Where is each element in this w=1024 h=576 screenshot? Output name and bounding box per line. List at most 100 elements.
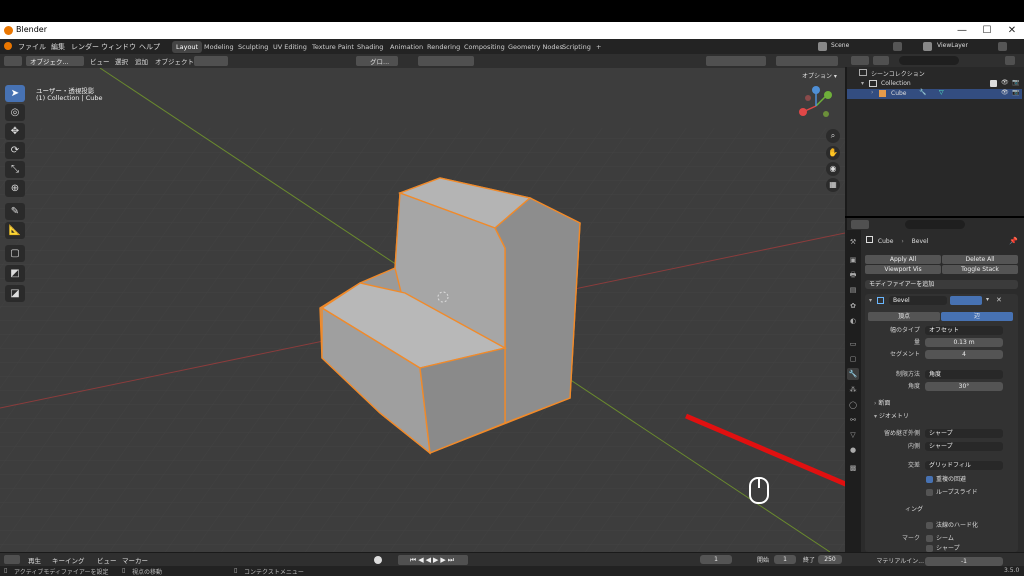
- harden-normals-checkbox[interactable]: [926, 522, 933, 529]
- properties-editor-type-icon[interactable]: [851, 220, 869, 229]
- material-index-field[interactable]: -1: [925, 557, 1003, 566]
- keying-menu[interactable]: キーイング: [52, 555, 85, 565]
- tab-shading[interactable]: Shading: [353, 41, 387, 53]
- miter-inner-dropdown[interactable]: シャープ: [925, 442, 1003, 451]
- menu-file[interactable]: ファイル: [18, 42, 46, 52]
- tab-uv-editing[interactable]: UV Editing: [269, 41, 311, 53]
- miter-outer-dropdown[interactable]: シャープ: [925, 429, 1003, 438]
- new-scene-icon[interactable]: [893, 42, 902, 51]
- profile-section[interactable]: › 断面: [874, 399, 890, 408]
- options-dropdown[interactable]: オプション ▾: [802, 71, 837, 80]
- mark-sharp-checkbox[interactable]: [926, 545, 933, 552]
- texture-tab-icon[interactable]: ▩: [847, 462, 859, 474]
- geometry-section[interactable]: ▾ ジオメトリ: [874, 412, 909, 421]
- add-menu[interactable]: 追加: [135, 56, 148, 66]
- current-frame-field[interactable]: 1: [700, 555, 732, 564]
- outliner-display-mode-icon[interactable]: [873, 56, 889, 65]
- affect-edges-button[interactable]: 辺: [941, 312, 1013, 321]
- intersection-dropdown[interactable]: グリッドフィル: [925, 461, 1003, 470]
- particles-tab-icon[interactable]: ⁂: [847, 384, 859, 396]
- add-cube-tool-icon[interactable]: ▢: [5, 245, 25, 262]
- tab-animation[interactable]: Animation: [386, 41, 427, 53]
- close-button[interactable]: ✕: [1000, 23, 1024, 38]
- menu-window[interactable]: ウィンドウ: [101, 42, 136, 52]
- expand-arrow-icon[interactable]: ›: [871, 89, 873, 96]
- shading-mode-buttons[interactable]: [776, 56, 838, 66]
- move-tool-icon[interactable]: ✥: [5, 123, 25, 140]
- properties-search-input[interactable]: [905, 220, 965, 229]
- scale-tool-icon[interactable]: ⤡: [5, 161, 25, 178]
- snapping-controls[interactable]: [418, 56, 474, 66]
- modifier-wrench-icon[interactable]: 🔧: [919, 89, 926, 96]
- delete-all-button[interactable]: Delete All: [942, 255, 1018, 264]
- collection-tab-icon[interactable]: ▭: [847, 338, 859, 350]
- gizmo-overlay-toggles[interactable]: [706, 56, 766, 66]
- width-type-dropdown[interactable]: オフセット: [925, 326, 1003, 335]
- expand-arrow-icon[interactable]: ▾: [861, 80, 864, 87]
- timeline-editor-type-icon[interactable]: [4, 555, 20, 564]
- output-tab-icon[interactable]: 🖶: [847, 269, 859, 281]
- object-menu[interactable]: オブジェクト: [155, 56, 194, 66]
- inset-tool-icon[interactable]: ◪: [5, 285, 25, 302]
- annotate-tool-icon[interactable]: ✎: [5, 203, 25, 220]
- material-tab-icon[interactable]: ●: [847, 444, 859, 456]
- new-viewlayer-icon[interactable]: [998, 42, 1007, 51]
- mesh-data-icon[interactable]: ▽: [939, 89, 944, 96]
- modifier-name-input[interactable]: Bevel: [889, 296, 947, 305]
- maximize-button[interactable]: ☐: [975, 23, 999, 38]
- cursor-tool-icon[interactable]: ◎: [5, 104, 25, 121]
- limit-method-dropdown[interactable]: 角度: [925, 370, 1003, 379]
- tool-tab-icon[interactable]: ⚒: [847, 236, 859, 248]
- transform-tool-icon[interactable]: ⊕: [5, 180, 25, 197]
- collection-row[interactable]: ▾ Collection 👁 📷: [847, 79, 1022, 89]
- exclude-checkbox[interactable]: [990, 80, 997, 87]
- camera-render-icon[interactable]: 📷: [1012, 79, 1019, 86]
- playback-controls[interactable]: ⏮◀◀▶▶⏭: [398, 555, 468, 565]
- angle-field[interactable]: 30°: [925, 382, 1003, 391]
- viewlayer-selector[interactable]: ViewLayer: [937, 42, 968, 49]
- add-modifier-dropdown[interactable]: モディファイアーを追加: [865, 280, 1018, 289]
- filter-icon[interactable]: [1005, 56, 1015, 65]
- end-frame-field[interactable]: 250: [818, 555, 842, 564]
- remove-modifier-icon[interactable]: ✕: [996, 296, 1002, 304]
- tab-layout[interactable]: Layout: [172, 41, 203, 53]
- timeline-view-menu[interactable]: ビュー: [97, 555, 117, 565]
- affect-vertices-button[interactable]: 頂点: [868, 312, 940, 321]
- outliner-search-input[interactable]: [899, 56, 959, 65]
- clamp-overlap-checkbox[interactable]: [926, 476, 933, 483]
- perspective-grid-icon[interactable]: ▦: [826, 178, 840, 192]
- physics-tab-icon[interactable]: ◯: [847, 399, 859, 411]
- visibility-eye-icon[interactable]: 👁: [1001, 89, 1009, 96]
- zoom-icon[interactable]: ⌕: [826, 129, 840, 143]
- tab-modeling[interactable]: Modeling: [200, 41, 238, 53]
- collapse-arrow-icon[interactable]: ▾: [869, 297, 872, 304]
- add-workspace-button[interactable]: +: [592, 41, 605, 53]
- modifier-tab-icon[interactable]: 🔧: [847, 368, 859, 380]
- scene-tab-icon[interactable]: ✿: [847, 300, 859, 312]
- outliner-editor-type-icon[interactable]: [851, 56, 869, 65]
- toggle-stack-button[interactable]: Toggle Stack: [942, 265, 1018, 274]
- blender-menu-icon[interactable]: [4, 42, 12, 50]
- render-tab-icon[interactable]: ▣: [847, 254, 859, 266]
- data-tab-icon[interactable]: ▽: [847, 429, 859, 441]
- world-tab-icon[interactable]: ◐: [847, 315, 859, 327]
- camera-render-icon[interactable]: 📷: [1012, 89, 1019, 96]
- amount-field[interactable]: 0.13 m: [925, 338, 1003, 347]
- menu-help[interactable]: ヘルプ: [139, 42, 160, 52]
- select-menu[interactable]: 選択: [115, 56, 128, 66]
- apply-all-button[interactable]: Apply All: [865, 255, 941, 264]
- 3d-viewport[interactable]: ユーザー・透視投影 (1) Collection | Cube オプション ▾ …: [0, 68, 845, 552]
- tab-scripting[interactable]: Scripting: [558, 41, 595, 53]
- minimize-button[interactable]: —: [950, 23, 974, 38]
- segments-field[interactable]: 4: [925, 350, 1003, 359]
- editor-type-icon[interactable]: [4, 56, 22, 66]
- loop-slide-checkbox[interactable]: [926, 489, 933, 496]
- playback-menu[interactable]: 再生: [28, 555, 41, 565]
- menu-render[interactable]: レンダー: [71, 42, 99, 52]
- select-tool-icon[interactable]: ➤: [5, 85, 25, 102]
- start-frame-field[interactable]: 1: [774, 555, 796, 564]
- constraints-tab-icon[interactable]: ⚯: [847, 414, 859, 426]
- auto-keying-icon[interactable]: [374, 556, 382, 564]
- transform-orientation-dropdown[interactable]: グロ...: [370, 56, 389, 66]
- mark-seam-checkbox[interactable]: [926, 535, 933, 542]
